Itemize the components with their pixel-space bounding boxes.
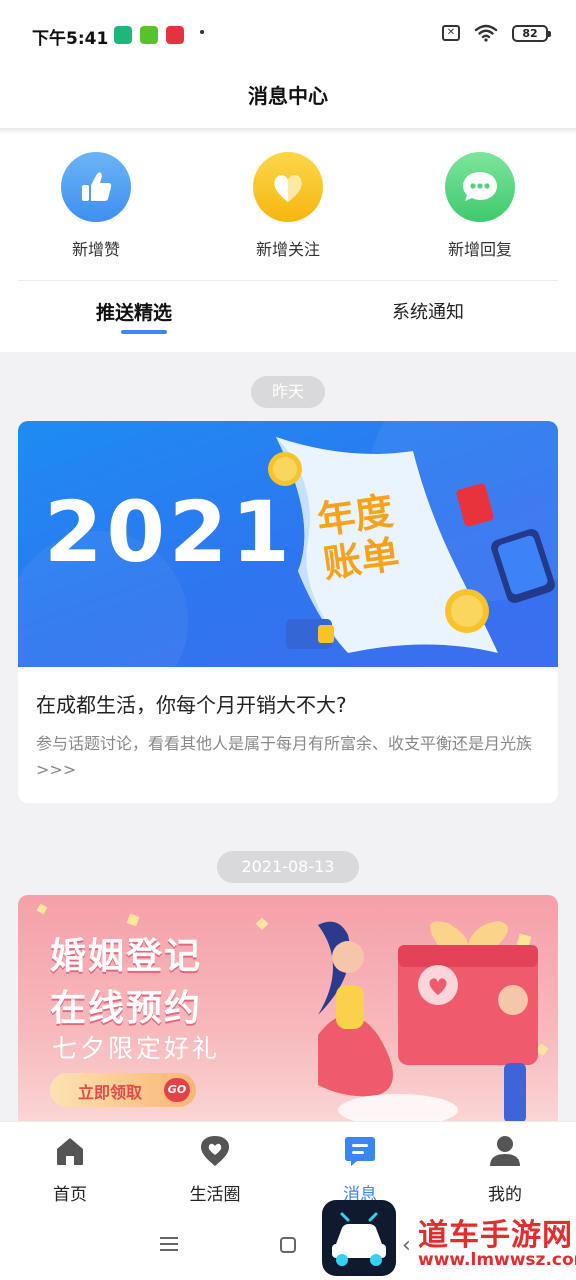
active-tab-indicator	[121, 330, 167, 334]
status-bar: 下午5:41 ✕ 82	[0, 0, 576, 68]
page-header: 消息中心	[0, 68, 576, 128]
nav-home[interactable]: 首页	[20, 1134, 120, 1205]
chat-bubble-icon	[445, 152, 515, 222]
nav-life-circle[interactable]: 生活圈	[165, 1134, 265, 1205]
date-pill: 2021-08-13	[217, 851, 359, 883]
marriage-registration-banner: 婚姻登记 在线预约 七夕限定好礼 立即领取 GO	[18, 895, 558, 1125]
new-follows-label: 新增关注	[255, 240, 320, 259]
heart-location-icon	[201, 1136, 229, 1166]
no-sim-icon: ✕	[442, 25, 460, 41]
notification-dot	[200, 30, 204, 34]
go-badge: GO	[164, 1078, 190, 1102]
tab-featured[interactable]: 推送精选	[96, 298, 172, 325]
status-time: 下午5:41	[32, 29, 109, 49]
download-app-icon	[140, 26, 158, 44]
page-title: 消息中心	[248, 84, 328, 108]
message-icon	[345, 1137, 375, 1166]
profile-icon	[490, 1136, 520, 1166]
banner-year: 2021	[44, 483, 294, 581]
status-indicators: ✕ 82	[442, 24, 551, 42]
status-app-icons	[114, 26, 184, 44]
claim-now-button[interactable]: 立即领取 GO	[50, 1073, 196, 1107]
home-button[interactable]	[280, 1237, 296, 1253]
quick-actions-panel: 新增赞 新增关注 新增回复 推送精选 系统通知	[0, 134, 576, 352]
claim-now-label: 立即领取	[78, 1083, 143, 1102]
shield-app-icon	[114, 26, 132, 44]
nav-profile-label: 我的	[488, 1185, 522, 1205]
card-title: 在成都生活，你每个月开销大不大?	[36, 693, 347, 717]
card-description: 参与话题讨论，看看其他人是属于每月有所富余、收支平衡还是月光族>>>	[36, 734, 533, 779]
nav-profile[interactable]: 我的	[455, 1134, 555, 1205]
feed-card[interactable]: 2021 年度账单 在成都生活，你每个月开销大不大? 参与话题讨论，看看其他人是…	[18, 421, 558, 803]
new-likes-label: 新增赞	[71, 240, 120, 259]
date-pill: 昨天	[251, 376, 325, 408]
heart-icon	[253, 152, 323, 222]
car-logo-icon	[332, 1212, 386, 1266]
wifi-icon	[474, 24, 498, 42]
nav-home-label: 首页	[53, 1185, 87, 1205]
watermark-logo	[322, 1200, 396, 1276]
battery-indicator: 82	[512, 24, 551, 42]
recent-apps-button[interactable]	[160, 1237, 178, 1255]
section-divider	[18, 280, 558, 281]
banner-headline-2: 在线预约	[50, 988, 203, 1029]
news-app-icon	[166, 26, 184, 44]
watermark-url: www.lmwwsz.com	[418, 1250, 576, 1270]
home-icon	[57, 1138, 83, 1165]
bottom-navigation: 首页 生活圈 消息 我的	[0, 1121, 576, 1207]
banner-subline: 七夕限定好礼	[52, 1034, 221, 1063]
new-replies-button[interactable]: 新增回复	[425, 152, 535, 260]
thumbs-up-icon	[61, 152, 131, 222]
nav-messages[interactable]: 消息	[310, 1134, 410, 1205]
back-button[interactable]: ‹	[402, 1233, 411, 1258]
nav-life-circle-label: 生活圈	[189, 1185, 241, 1205]
watermark-text: 道车手游网	[418, 1218, 573, 1253]
banner-headline-1: 婚姻登记	[50, 936, 203, 977]
new-likes-button[interactable]: 新增赞	[41, 152, 151, 260]
annual-bill-banner: 2021 年度账单	[18, 421, 558, 667]
banner-art-text: 年度账单	[314, 488, 402, 587]
new-follows-button[interactable]: 新增关注	[233, 152, 343, 260]
new-replies-label: 新增回复	[447, 240, 512, 259]
tab-system-notice[interactable]: 系统通知	[392, 298, 464, 324]
feed-card[interactable]: 婚姻登记 在线预约 七夕限定好礼 立即领取 GO	[18, 895, 558, 1135]
